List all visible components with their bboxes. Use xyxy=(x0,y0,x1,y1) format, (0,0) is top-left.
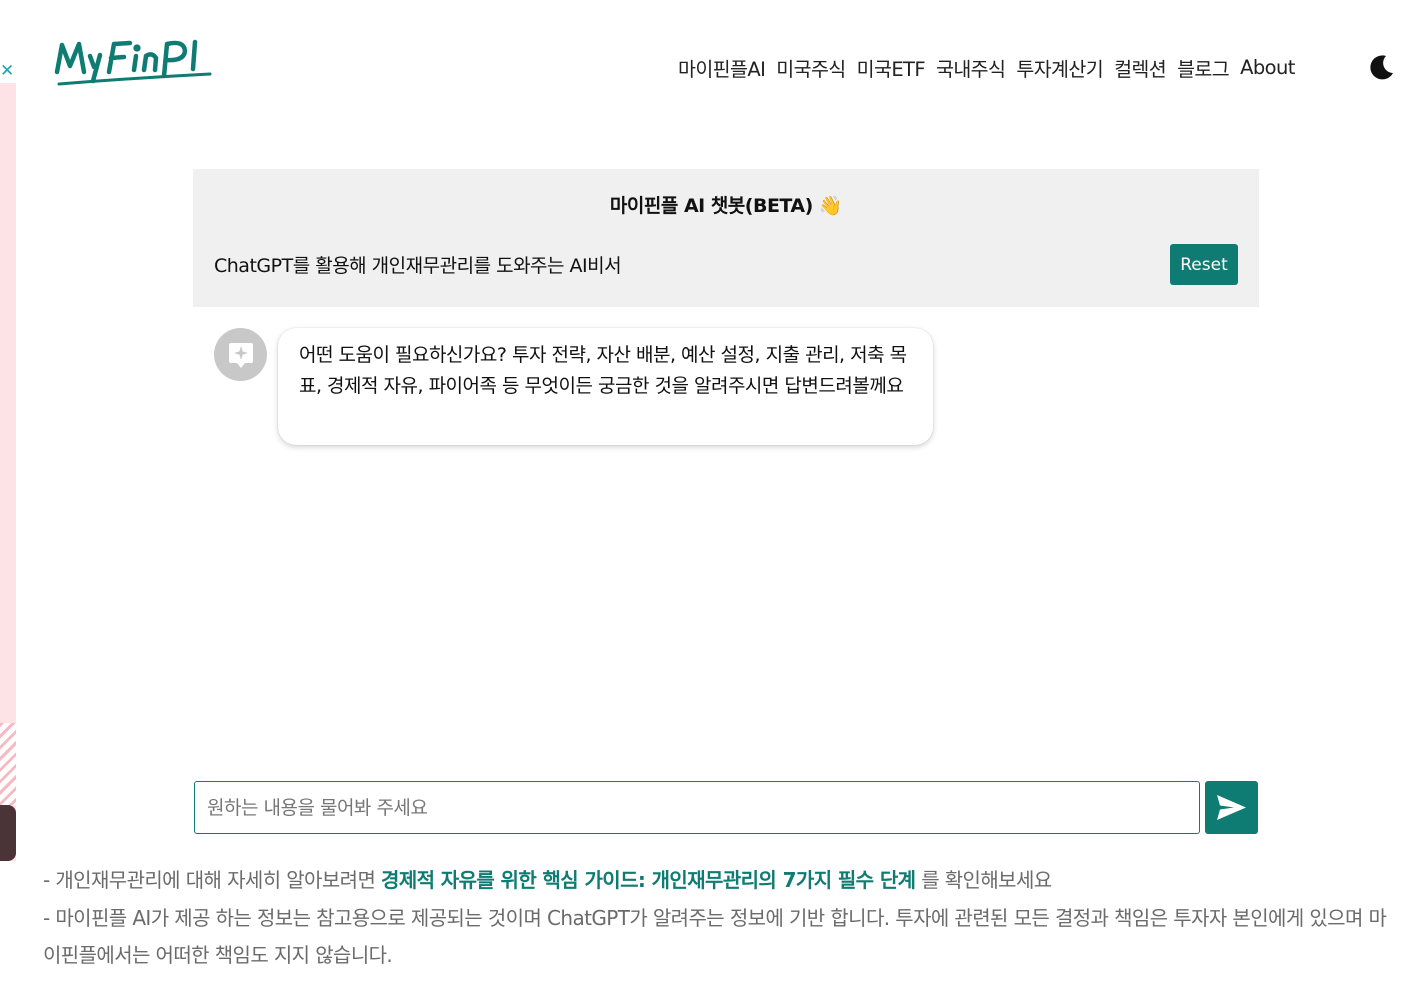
reset-button[interactable]: Reset xyxy=(1170,244,1238,285)
side-ad-banner[interactable] xyxy=(0,83,16,861)
ad-close-icon[interactable]: ✕ xyxy=(0,62,14,80)
guide-note-prefix: - 개인재무관리에 대해 자세히 알아보려면 xyxy=(43,868,382,892)
logo-wordmark-icon xyxy=(54,39,212,86)
nav-item-about[interactable]: About xyxy=(1240,56,1295,79)
ai-sparkle-icon xyxy=(229,343,253,368)
disclaimer-note: - 마이핀플 AI가 제공 하는 정보는 참고용으로 제공되는 것이며 Chat… xyxy=(43,905,1387,968)
nav-item-myfinpl-ai[interactable]: 마이핀플AI xyxy=(678,53,766,82)
main-nav: 마이핀플AI 미국주식 미국ETF 국내주식 투자계산기 컬렉션 블로그 Abo… xyxy=(678,52,1295,82)
guide-note: - 개인재무관리에 대해 자세히 알아보려면 경제적 자유를 위한 핵심 가이드… xyxy=(43,862,1403,900)
assistant-avatar xyxy=(214,328,267,381)
nav-item-investment-calculator[interactable]: 투자계산기 xyxy=(1016,53,1103,82)
chatbot-header-panel: 마이핀플 AI 챗봇(BETA) 👋 ChatGPT를 활용해 개인재무관리를 … xyxy=(193,169,1259,307)
moon-icon xyxy=(1370,55,1393,80)
footer-notes: - 개인재무관리에 대해 자세히 알아보려면 경제적 자유를 위한 핵심 가이드… xyxy=(43,862,1403,975)
chatbot-title: 마이핀플 AI 챗봇(BETA) 👋 xyxy=(609,195,843,217)
guide-link[interactable]: 경제적 자유를 위한 핵심 가이드: 개인재무관리의 7가지 필수 단계 xyxy=(381,868,916,892)
send-arrow-icon xyxy=(1217,795,1246,820)
nav-item-kr-stocks[interactable]: 국내주식 xyxy=(936,53,1006,82)
nav-item-us-stocks[interactable]: 미국주식 xyxy=(776,53,846,82)
nav-item-blog[interactable]: 블로그 xyxy=(1177,53,1230,82)
nav-item-us-etf[interactable]: 미국ETF xyxy=(857,53,926,82)
ad-pattern xyxy=(0,723,16,805)
guide-note-suffix: 를 확인해보세요 xyxy=(915,868,1052,892)
nav-item-collection[interactable]: 컬렉션 xyxy=(1114,53,1167,82)
assistant-message-bubble: 어떤 도움이 필요하신가요? 투자 전략, 자산 배분, 예산 설정, 지출 관… xyxy=(278,328,933,445)
send-button[interactable] xyxy=(1205,781,1258,834)
ad-image xyxy=(0,805,16,861)
chat-message-input[interactable] xyxy=(194,781,1200,834)
chatbot-subtitle: ChatGPT를 활용해 개인재무관리를 도와주는 AI비서 xyxy=(214,255,622,277)
site-logo[interactable] xyxy=(54,32,219,92)
dark-mode-toggle[interactable] xyxy=(1366,52,1396,82)
